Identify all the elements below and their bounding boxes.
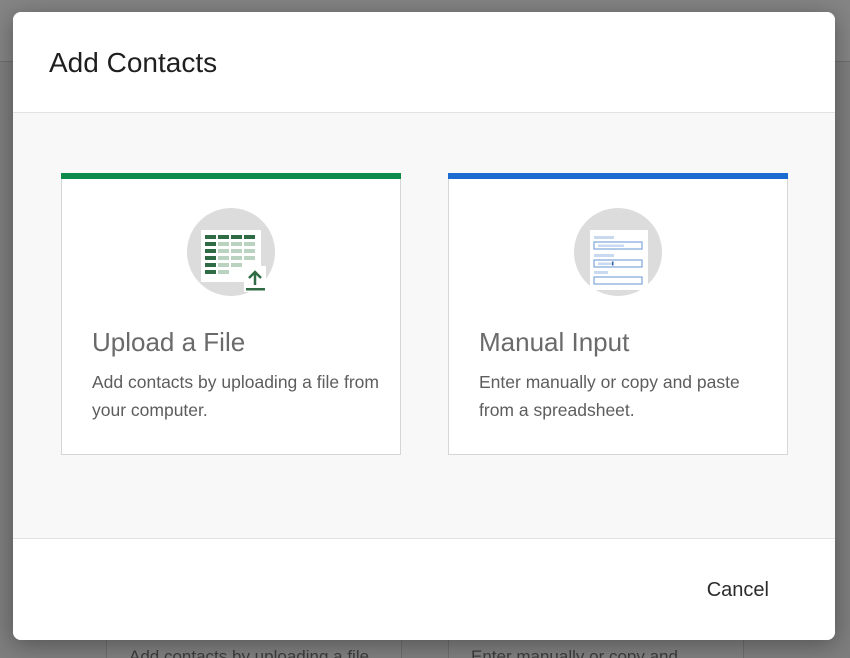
upload-option-description: Add contacts by uploading a file from yo…: [92, 372, 379, 420]
upload-option-title: Upload a File: [92, 327, 246, 357]
add-contacts-dialog: Add Contacts Upload a File Add contacts …: [13, 12, 835, 640]
upload-option-accent-bar: [61, 173, 401, 179]
dialog-footer: Cancel: [13, 539, 835, 640]
manual-option-title: Manual Input: [479, 327, 630, 357]
manual-input-option[interactable]: Manual Input Enter manually or copy and …: [448, 173, 788, 455]
upload-file-option[interactable]: Upload a File Add contacts by uploading …: [61, 173, 401, 455]
dialog-header: Add Contacts: [13, 12, 835, 113]
manual-option-description: Enter manually or copy and paste from a …: [479, 372, 740, 420]
spreadsheet-upload-icon: [187, 208, 275, 296]
background-card-text: Add contacts by uploading a file: [129, 647, 370, 658]
dialog-body: Upload a File Add contacts by uploading …: [13, 113, 835, 539]
cancel-button[interactable]: Cancel: [707, 579, 769, 602]
background-card-text: Enter manually or copy and: [471, 647, 678, 658]
manual-option-accent-bar: [448, 173, 788, 179]
dialog-title: Add Contacts: [49, 47, 218, 78]
manual-form-icon: [574, 208, 662, 296]
